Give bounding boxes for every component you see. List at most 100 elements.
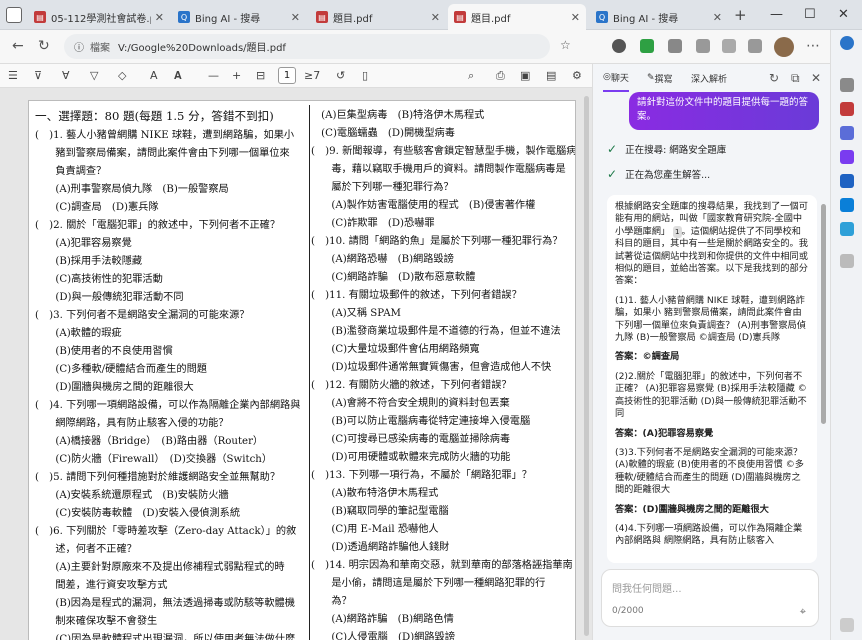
left-line: (A)主要針對原廠來不及提出修補程式弱點程式的時 <box>35 562 285 573</box>
search-icon[interactable]: ⌕ <box>468 69 474 83</box>
office-icon[interactable] <box>840 174 854 188</box>
favorites-icon[interactable] <box>722 39 736 53</box>
page-view-icon[interactable]: ▯ <box>362 69 368 82</box>
tools-icon[interactable] <box>840 126 854 140</box>
settings-icon[interactable]: ⚙ <box>572 69 582 82</box>
edge-right-rail <box>830 30 862 640</box>
left-line: (A)安裝系統還原程式 (B)安裝防火牆 <box>35 490 229 501</box>
close-window-icon[interactable]: ✕ <box>838 7 849 22</box>
tab-compose[interactable]: ✎ 撰寫 <box>647 64 673 92</box>
split-screen-icon[interactable] <box>696 39 710 53</box>
tab-4-active[interactable]: ▤ 題目.pdf ✕ <box>448 4 586 30</box>
puzzle-icon[interactable] <box>668 39 682 53</box>
tab-3[interactable]: ▤ 題目.pdf ✕ <box>310 4 446 30</box>
drop-icon[interactable] <box>840 222 854 236</box>
right-line: ( )12. 有關防火牆的敘述，下列何者錯誤？ <box>311 380 512 391</box>
draw-icon[interactable]: ∀ <box>62 69 70 82</box>
tab-chat[interactable]: ◎ 聊天 <box>603 64 629 92</box>
avatar[interactable] <box>774 37 794 57</box>
left-line: (C)多種軟/硬體結合而產生的問題 <box>35 364 207 375</box>
favorite-star-icon[interactable]: ☆ <box>560 38 571 52</box>
bing-tab-icon: Q <box>596 11 608 23</box>
answer-2: 答案：(A)犯罪容易察覺 <box>615 427 714 439</box>
filter-icon[interactable]: ⊽ <box>34 69 42 82</box>
contents-icon[interactable]: ☰ <box>8 69 18 82</box>
zoom-in-icon[interactable]: + <box>232 69 241 82</box>
read-aloud-icon[interactable]: 𝐀 <box>174 69 182 83</box>
right-line: (A)製作妨害電腦使用的程式 (B)侵害著作權 <box>311 200 536 211</box>
more-menu-icon[interactable]: ⋯ <box>806 38 820 54</box>
address-field[interactable]: ⓘ 檔案 V:/Google%20Downloads/題目.pdf <box>64 34 550 59</box>
answer-question-3: (3)3.下列何者不是網路安全漏洞的可能來源？ (A)軟體的瑕疵 (B)使用者的… <box>615 446 804 496</box>
left-line: (D)與一般傳統犯罪活動不同 <box>35 292 184 303</box>
refresh-icon[interactable]: ↻ <box>769 71 779 85</box>
right-line: (A)巨集型病毒 (B)特洛伊木馬程式 <box>311 110 485 121</box>
tab-5[interactable]: Q Bing AI - 搜尋 ✕ <box>590 4 728 30</box>
text-icon[interactable]: A <box>150 69 158 82</box>
tab-1[interactable]: ▤ 05-112學測社會試卷.pdf ✕ <box>28 4 170 30</box>
window-menu-icon[interactable] <box>6 7 22 23</box>
save-as-icon[interactable]: ▤ <box>546 69 556 82</box>
column-divider <box>309 105 310 640</box>
user-message: 請針對這份文件中的題目提供每一題的答案。 <box>629 92 819 130</box>
pdf-scrollbar[interactable] <box>584 96 589 636</box>
answer-1: 答案：©調查局 <box>615 351 680 363</box>
tab-2[interactable]: Q Bing AI - 搜尋 ✕ <box>172 4 306 30</box>
maximize-icon[interactable]: ☐ <box>804 7 816 22</box>
back-icon[interactable]: ← <box>12 38 24 54</box>
highlight-icon[interactable]: ▽ <box>90 69 98 82</box>
right-line: (C)大量垃圾郵件會佔用網路頻寬 <box>311 344 480 355</box>
char-counter: 0/2000 <box>612 606 644 616</box>
shopping-icon[interactable] <box>840 102 854 116</box>
right-line: (A)又稱 SPAM <box>311 308 401 319</box>
bing-icon[interactable] <box>840 36 854 50</box>
new-tab-icon[interactable]: + <box>734 6 747 24</box>
erase-icon[interactable]: ◇ <box>118 69 126 82</box>
pdf-page: 一、選擇題：80 題(每題 1.5 分，答錯不到扣) ( )1. 藝人小豬曾網購… <box>28 100 576 640</box>
outlook-icon[interactable] <box>840 198 854 212</box>
left-line: ( )3. 下列何者不是網路安全漏洞的可能來源？ <box>35 310 250 321</box>
left-line: (C)調查局 (D)憲兵隊 <box>35 202 159 213</box>
collections-icon[interactable] <box>748 39 762 53</box>
fit-page-icon[interactable]: ⊟ <box>256 69 265 82</box>
page-number-input[interactable]: 1 <box>278 67 296 84</box>
pdf-tab-icon: ▤ <box>316 11 328 23</box>
info-icon: ⓘ <box>74 43 84 54</box>
section-heading: 一、選擇題：80 題(每題 1.5 分，答錯不到扣) <box>35 109 274 123</box>
close-tab-icon[interactable]: ✕ <box>431 11 440 24</box>
refresh-icon[interactable]: ↻ <box>38 38 50 54</box>
save-icon[interactable]: ▣ <box>520 69 530 82</box>
chat-input[interactable]: 問我任何問題... 0/2000 ⌖ <box>601 569 819 627</box>
close-tab-icon[interactable]: ✕ <box>155 11 164 24</box>
games-icon[interactable] <box>840 150 854 164</box>
sidebar-settings-icon[interactable] <box>840 618 854 632</box>
right-line: (A)網路恐嚇 (B)網路毀謗 <box>311 254 454 265</box>
address-bar-row: ← ↻ ⓘ 檔案 V:/Google%20Downloads/題目.pdf ☆ … <box>0 30 862 64</box>
minimize-icon[interactable]: — <box>770 7 783 22</box>
right-line: 屬於下列哪一種犯罪行為？ <box>311 182 454 193</box>
right-line: (B)濫發商業垃圾郵件是不道德的行為，但並不違法 <box>311 326 561 337</box>
extension-icon[interactable] <box>612 39 626 53</box>
search-icon[interactable] <box>840 78 854 92</box>
close-icon[interactable]: ✕ <box>811 71 821 85</box>
zoom-out-icon[interactable]: — <box>208 69 219 82</box>
citation-badge[interactable]: 1 <box>673 225 682 239</box>
print-icon[interactable]: ⎙ <box>496 69 505 83</box>
chat-scrollbar[interactable] <box>821 204 826 424</box>
right-line: (C)網路詐騙 (D)散布惡意軟體 <box>311 272 476 283</box>
right-line: 是小偷，請問這是屬於下列哪一種網路犯罪的行 <box>311 578 546 589</box>
close-tab-icon[interactable]: ✕ <box>713 11 722 24</box>
pin-icon[interactable]: ⌖ <box>800 605 806 619</box>
add-icon[interactable] <box>840 254 854 268</box>
left-line: 負責調查？ <box>35 166 107 177</box>
rotate-icon[interactable]: ↺ <box>336 69 345 82</box>
close-tab-icon[interactable]: ✕ <box>291 11 300 24</box>
answer-question-2: (2)2.關於「電腦犯罪」的敘述中，下列何者不正確？ (A)犯罪容易察覺 (B)… <box>615 370 807 420</box>
close-tab-icon[interactable]: ✕ <box>571 11 580 24</box>
evernote-icon[interactable] <box>640 39 654 53</box>
pdf-viewer[interactable]: 一、選擇題：80 題(每題 1.5 分，答錯不到扣) ( )1. 藝人小豬曾網購… <box>0 88 592 640</box>
open-new-window-icon[interactable]: ⧉ <box>791 71 800 86</box>
tab-insights[interactable]: 深入解析 <box>691 64 727 92</box>
left-line: 豬到警察局備案，請問此案件會由下列哪一個單位來 <box>35 148 290 159</box>
sidebar-tabs: ◎ 聊天 ✎ 撰寫 深入解析 ↻ ⧉ ✕ <box>593 64 831 92</box>
